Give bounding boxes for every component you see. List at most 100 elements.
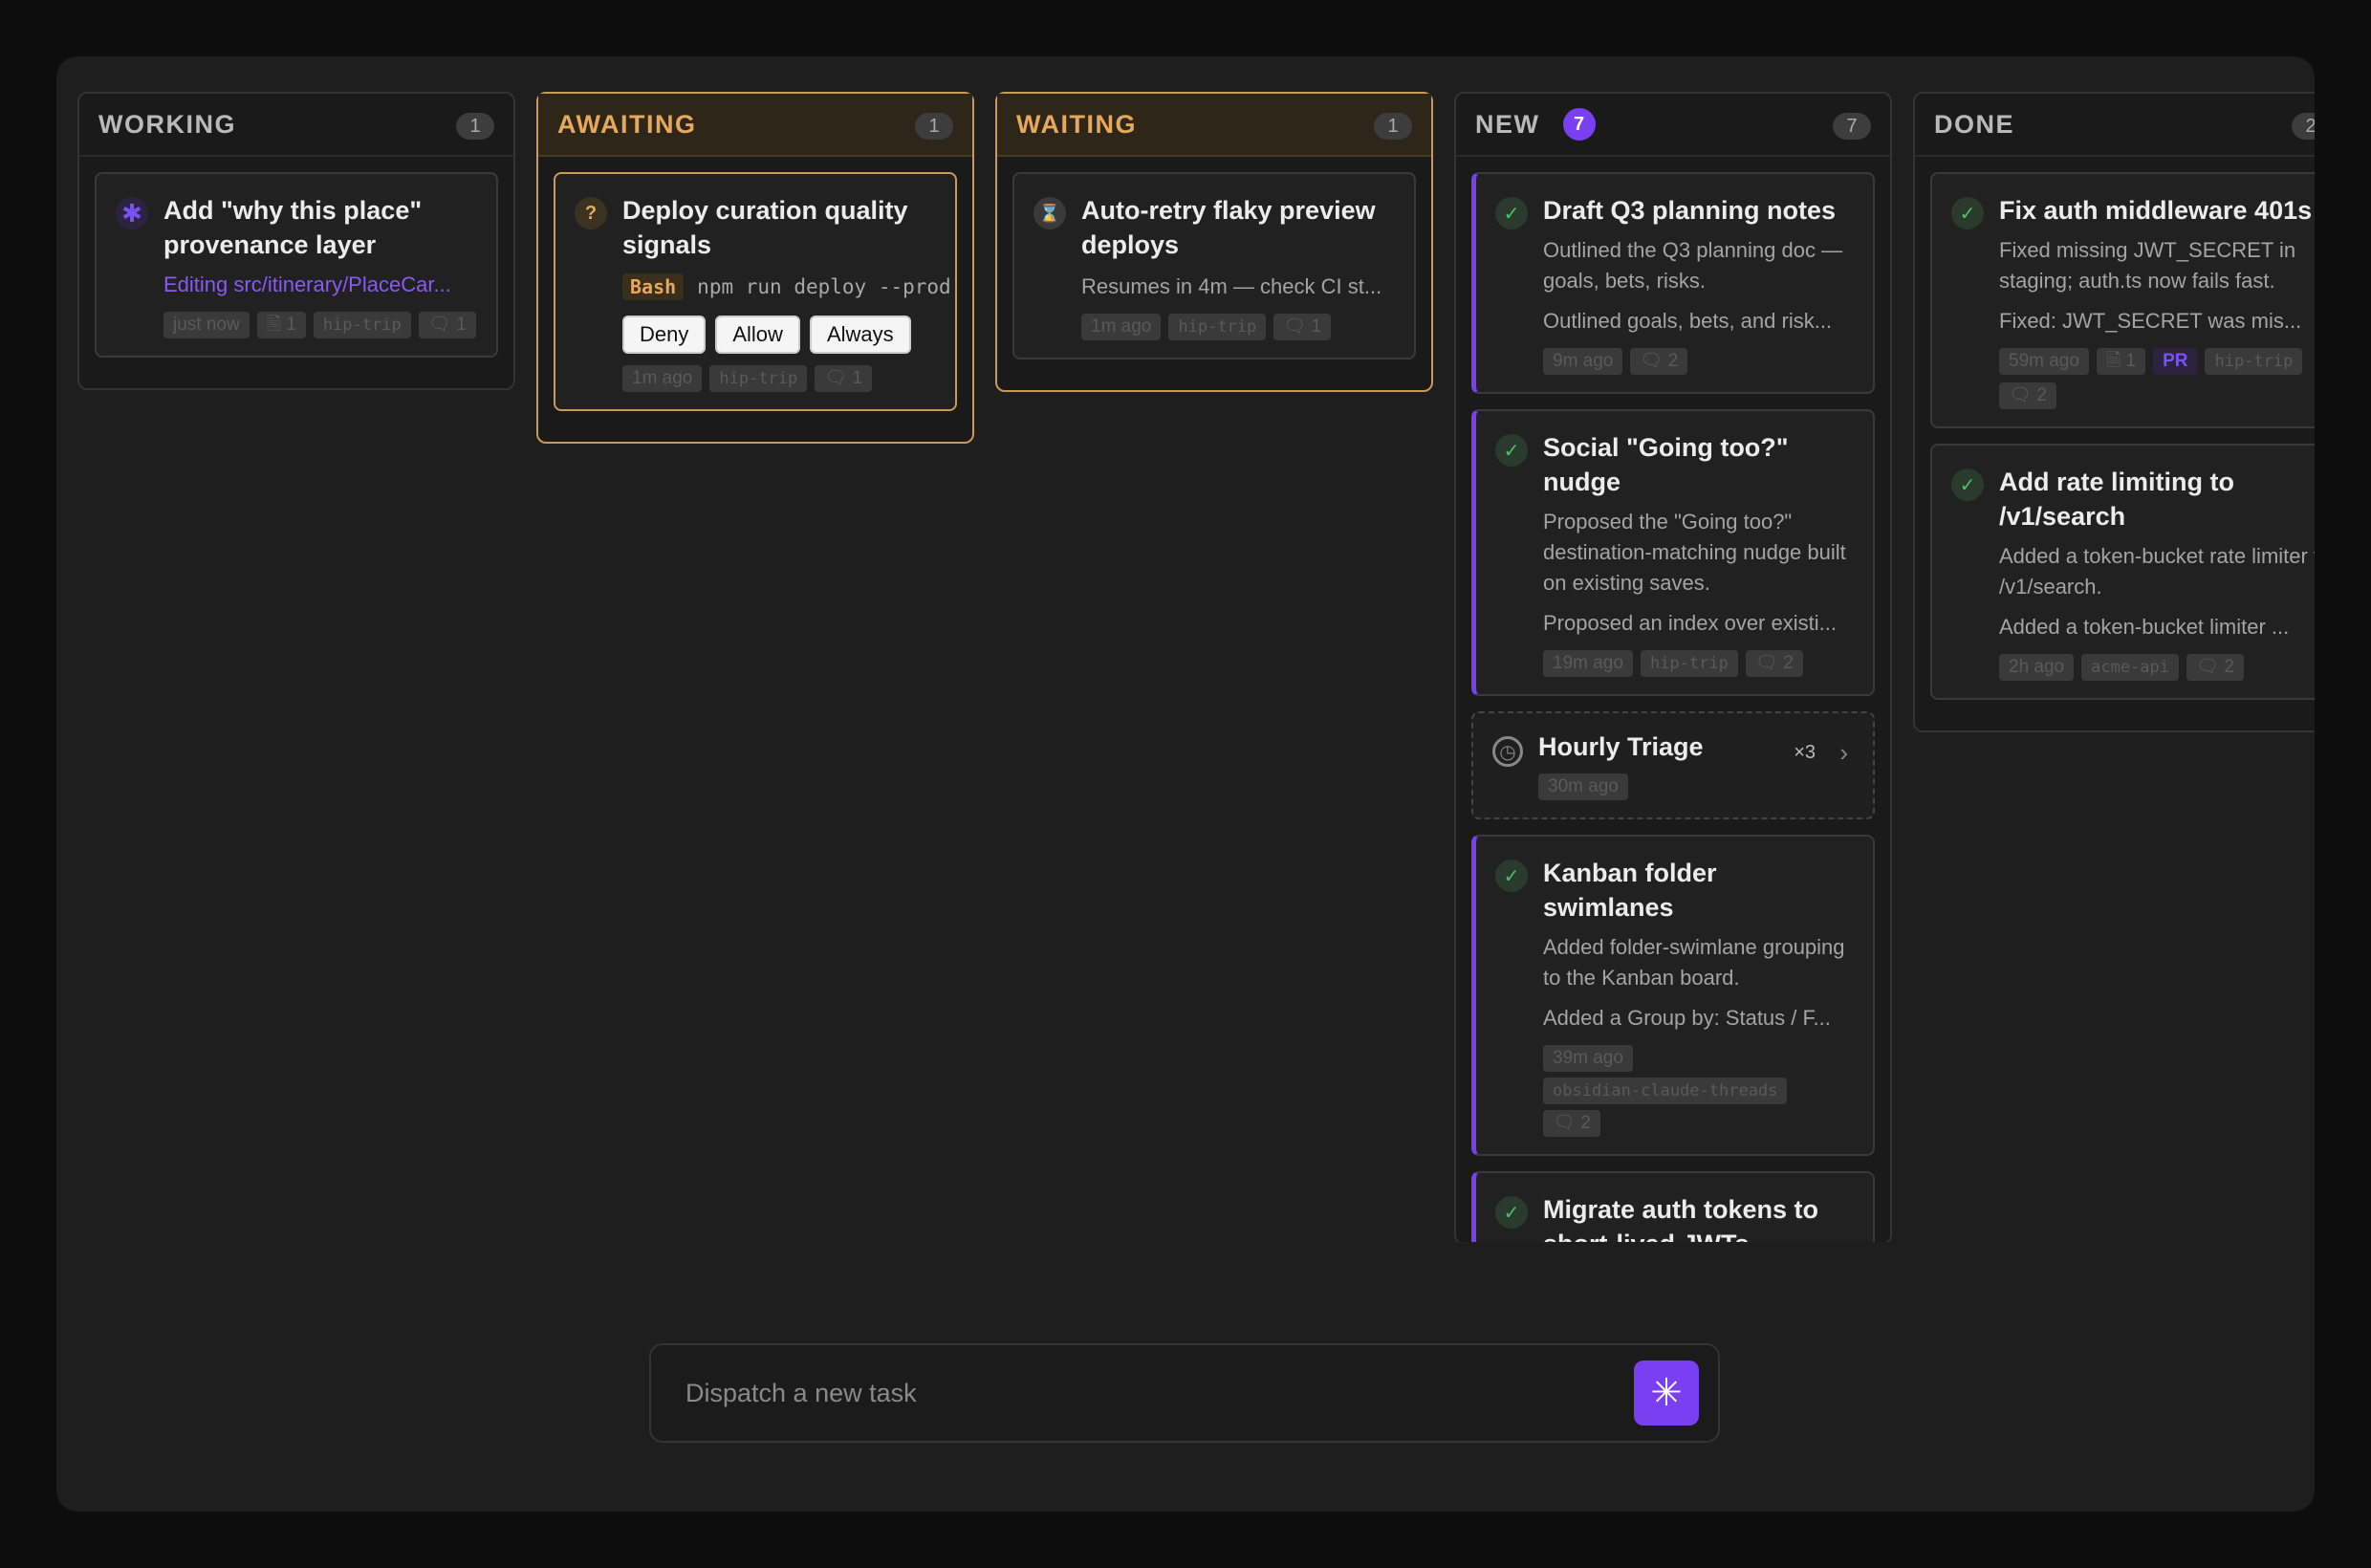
comments-tag: 🗨 2	[1543, 1110, 1600, 1137]
column-title: WAITING	[1016, 109, 1137, 139]
comments-tag: 🗨 1	[418, 312, 476, 338]
timestamp-tag: 2h ago	[1999, 654, 2075, 681]
card-title: Auto-retry flaky preview deploys	[1081, 196, 1376, 259]
task-card[interactable]: ✓ Add rate limiting to /v1/search Added …	[1930, 444, 2315, 700]
card-meta: 1m ago hip-trip 🗨 1	[622, 365, 936, 392]
app-window: WORKING 1 ✱ Add "why this place" provena…	[56, 56, 2315, 1512]
card-description: Outlined the Q3 planning doc — goals, be…	[1543, 238, 1843, 293]
column-waiting: WAITING 1 ⌛ Auto-retry flaky preview dep…	[995, 92, 1433, 392]
chevron-right-icon[interactable]: ›	[1839, 738, 1848, 768]
card-meta: 30m ago	[1538, 773, 1854, 800]
hourglass-icon: ⌛	[1033, 197, 1066, 229]
always-button[interactable]: Always	[809, 316, 911, 354]
check-icon: ✓	[1951, 468, 1984, 501]
column-header: WORKING 1	[79, 94, 513, 157]
clock-icon: ◷	[1492, 736, 1523, 767]
comments-tag: 🗨 1	[1273, 314, 1332, 340]
card-description: Added folder-swimlane grouping to the Ka…	[1543, 935, 1845, 990]
column-header: WAITING 1	[997, 94, 1431, 157]
task-card[interactable]: ? Deploy curation quality signals Bash n…	[554, 172, 957, 411]
project-tag: obsidian-claude-threads	[1543, 1078, 1788, 1104]
kanban-board: WORKING 1 ✱ Add "why this place" provena…	[56, 56, 2315, 1242]
card-summary: Outlined goals, bets, and risk...	[1543, 309, 1833, 333]
column-header: AWAITING 1	[538, 94, 972, 157]
column-title: DONE	[1934, 109, 2015, 139]
check-icon: ✓	[1495, 860, 1528, 892]
column-header: NEW 7 7	[1456, 94, 1890, 157]
column-header: DONE 2	[1915, 94, 2315, 157]
card-summary: Proposed an index over existi...	[1543, 611, 1837, 635]
project-tag: acme-api	[2081, 654, 2180, 681]
deny-button[interactable]: Deny	[622, 316, 707, 354]
comments-tag: 🗨 2	[1745, 650, 1803, 677]
card-meta: 39m ago obsidian-claude-threads 🗨 2	[1543, 1045, 1854, 1137]
column-count: 1	[456, 113, 494, 140]
question-icon: ?	[575, 197, 607, 229]
timestamp-tag: 30m ago	[1538, 773, 1628, 800]
task-card[interactable]: ⌛ Auto-retry flaky preview deploys Resum…	[1012, 172, 1416, 359]
allow-button[interactable]: Allow	[715, 316, 800, 354]
card-meta: 59m ago 🗎 1 PR hip-trip 🗨 2	[1999, 348, 2315, 409]
timestamp-tag: 39m ago	[1543, 1045, 1633, 1072]
comments-tag: 🗨 2	[1999, 382, 2056, 409]
check-icon: ✓	[1495, 434, 1528, 467]
comments-tag: 🗨 2	[2186, 654, 2244, 681]
comments-tag: 🗨 2	[1630, 348, 1688, 375]
task-card[interactable]: ✓ Kanban folder swimlanes Added folder-s…	[1471, 835, 1875, 1156]
card-title: Kanban folder swimlanes	[1543, 859, 1717, 922]
files-tag: 🗎 1	[256, 312, 306, 338]
card-editing-status: Editing src/itinerary/PlaceCar...	[163, 272, 451, 296]
check-icon: ✓	[1951, 197, 1984, 229]
timestamp-tag: 59m ago	[1999, 348, 2089, 375]
column-title: NEW	[1475, 109, 1540, 139]
project-tag: hip-trip	[2205, 348, 2303, 375]
card-title: Social "Going too?" nudge	[1543, 433, 1789, 496]
dispatch-task-input[interactable]	[685, 1374, 1603, 1412]
timestamp-tag: just now	[163, 312, 250, 338]
card-description: Proposed the "Going too?" destination-ma…	[1543, 510, 1846, 595]
timestamp-tag: 1m ago	[622, 365, 703, 392]
column-new: NEW 7 7 ✓ Draft Q3 planning notes Outlin…	[1454, 92, 1892, 1242]
column-count: 1	[915, 113, 953, 140]
comments-tag: 🗨 1	[815, 365, 873, 392]
card-summary: Added a token-bucket limiter ...	[1999, 615, 2290, 639]
pr-badge[interactable]: PR	[2153, 348, 2198, 375]
task-card[interactable]: ✱ Add "why this place" provenance layer …	[95, 172, 498, 358]
project-tag: hip-trip	[709, 365, 808, 392]
column-working: WORKING 1 ✱ Add "why this place" provena…	[77, 92, 515, 390]
check-icon: ✓	[1495, 197, 1528, 229]
repeat-count: ×3	[1794, 742, 1816, 763]
card-description: Fixed missing JWT_SECRET in staging; aut…	[1999, 238, 2296, 293]
column-awaiting: AWAITING 1 ? Deploy curation quality sig…	[536, 92, 974, 444]
card-title: Draft Q3 planning notes	[1543, 196, 1837, 225]
task-card[interactable]: ✓ Social "Going too?" nudge Proposed the…	[1471, 409, 1875, 696]
dispatch-submit-button[interactable]: ✳	[1634, 1361, 1699, 1426]
check-icon: ✓	[1495, 1196, 1528, 1229]
card-title: Fix auth middleware 401s	[1999, 196, 2313, 225]
column-title: AWAITING	[557, 109, 697, 139]
column-title: WORKING	[98, 109, 236, 139]
project-tag: hip-trip	[1640, 650, 1738, 677]
asterisk-icon: ✱	[116, 197, 148, 229]
task-card[interactable]: ✓ Migrate auth tokens to short-lived JWT…	[1471, 1171, 1875, 1242]
recurring-task-card[interactable]: ◷ Hourly Triage ×3 › 30m ago	[1471, 711, 1875, 819]
card-meta: 2h ago acme-api 🗨 2	[1999, 654, 2315, 681]
task-card[interactable]: ✓ Draft Q3 planning notes Outlined the Q…	[1471, 172, 1875, 394]
card-description: Added a token-bucket rate limiter to /v1…	[1999, 544, 2315, 599]
card-meta: just now 🗎 1 hip-trip 🗨 1	[163, 312, 477, 338]
permission-buttons: Deny Allow Always	[622, 316, 936, 354]
bash-command: Bash npm run deploy --prod	[622, 273, 951, 300]
column-count: 2	[2292, 113, 2315, 140]
card-title: Migrate auth tokens to short-lived JWTs	[1543, 1195, 1819, 1242]
timestamp-tag: 19m ago	[1543, 650, 1633, 677]
bash-label: Bash	[622, 273, 685, 300]
column-count: 7	[1833, 113, 1871, 140]
card-title: Add rate limiting to /v1/search	[1999, 468, 2234, 531]
card-meta: 1m ago hip-trip 🗨 1	[1081, 314, 1395, 340]
task-card[interactable]: ✓ Fix auth middleware 401s Fixed missing…	[1930, 172, 2315, 428]
card-title: Deploy curation quality signals	[622, 196, 908, 259]
column-done: DONE 2 ✓ Fix auth middleware 401s Fixed …	[1913, 92, 2315, 732]
project-tag: hip-trip	[313, 312, 411, 338]
unread-badge: 7	[1562, 108, 1596, 141]
bash-command-text: npm run deploy --prod	[697, 275, 951, 298]
